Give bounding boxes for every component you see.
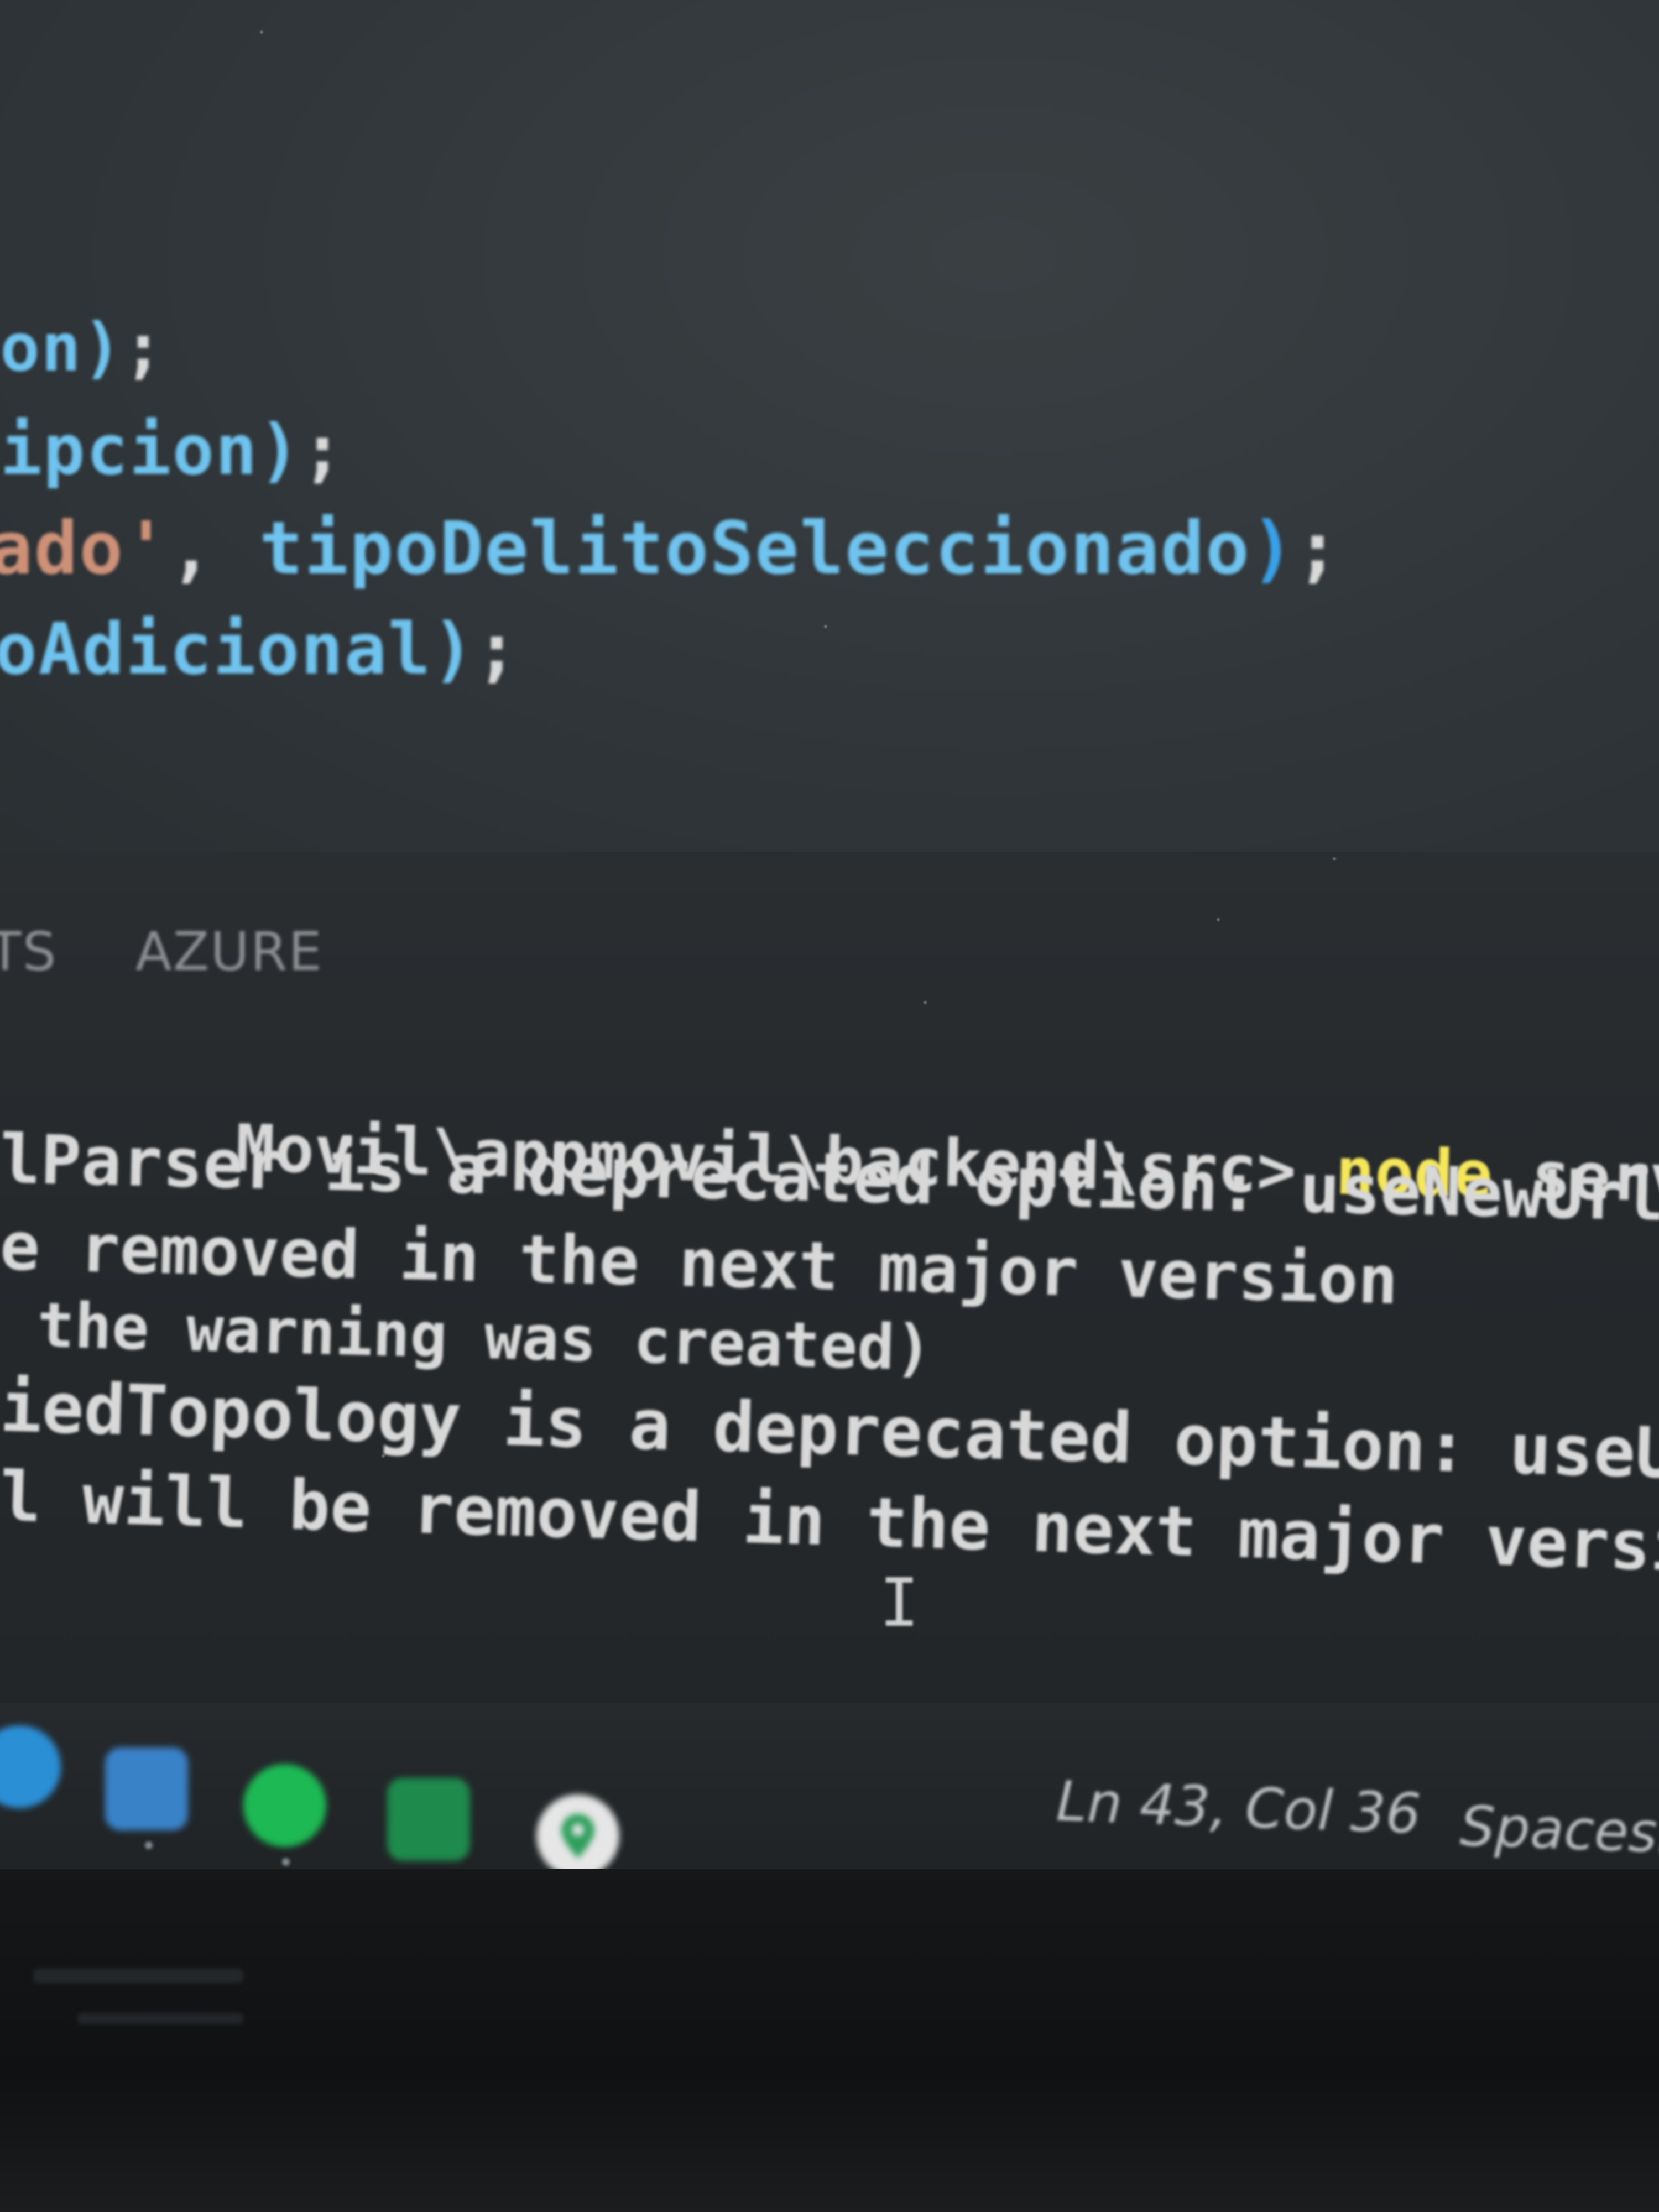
code-line: on); xyxy=(0,310,164,387)
code-token: on) xyxy=(0,310,123,387)
dust-speck xyxy=(1217,918,1220,921)
tab-azure[interactable]: AZURE xyxy=(135,921,323,983)
indentation-status[interactable]: Spaces: xyxy=(1459,1793,1659,1866)
code-token: tipoDelitoSeleccionado xyxy=(259,506,1251,591)
code-token: , xyxy=(169,506,259,591)
cursor-position-status[interactable]: Ln 43, Col 36 xyxy=(1055,1769,1422,1846)
dust-speck xyxy=(824,625,827,628)
code-token: ; xyxy=(1295,506,1341,591)
excel-icon[interactable] xyxy=(387,1778,470,1861)
laptop-bezel xyxy=(0,1869,1659,2212)
edge-icon[interactable] xyxy=(0,1725,61,1808)
dust-speck xyxy=(260,30,263,34)
vscode-icon[interactable] xyxy=(105,1747,188,1830)
tab-ports[interactable]: TS xyxy=(0,921,58,983)
code-line: oAdicional); xyxy=(0,608,519,691)
spotify-icon[interactable] xyxy=(243,1764,326,1847)
dust-speck xyxy=(382,1454,385,1458)
code-line: ipcion); xyxy=(0,409,345,491)
text-cursor-icon: I xyxy=(879,1565,920,1642)
code-token: ipcion) xyxy=(0,409,302,491)
code-token: ado' xyxy=(0,506,169,591)
dust-speck xyxy=(1333,857,1336,860)
photo-of-screen: on); ipcion); ado', tipoDelitoSelecciona… xyxy=(0,0,1659,2212)
code-token: ; xyxy=(475,608,519,691)
panel-tabs: TS AZURE xyxy=(0,890,1659,1001)
bezel-groove xyxy=(77,2013,243,2024)
running-indicator xyxy=(145,1841,153,1849)
code-token: ) xyxy=(1250,506,1296,591)
pin-glyph-icon xyxy=(561,1814,594,1858)
taskbar: Ln 43, Col 36 Spaces: xyxy=(0,1703,1659,1880)
code-editor[interactable]: on); ipcion); ado', tipoDelitoSelecciona… xyxy=(0,0,1659,852)
maps-pin-icon[interactable] xyxy=(536,1794,619,1877)
code-token: oAdicional) xyxy=(0,608,476,691)
bezel-groove xyxy=(33,1969,243,1983)
code-token: ; xyxy=(301,409,345,491)
code-line: ado', tipoDelitoSeleccionado); xyxy=(0,506,1340,591)
code-token: ; xyxy=(123,310,164,387)
dust-speck xyxy=(924,1001,927,1004)
running-indicator xyxy=(282,1858,290,1866)
